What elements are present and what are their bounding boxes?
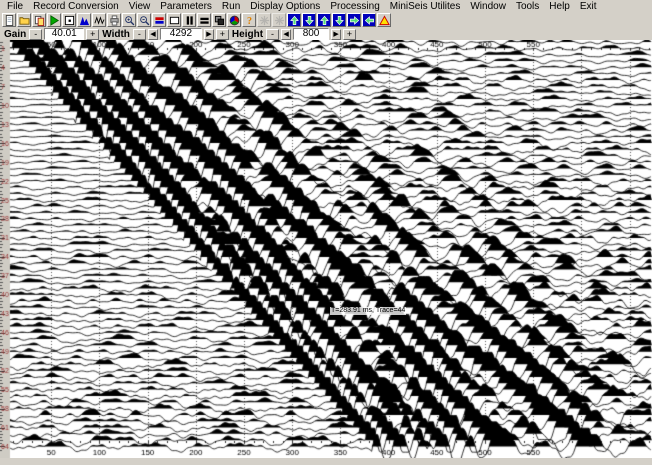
gain-label: Gain bbox=[4, 29, 26, 40]
arrow-left-icon bbox=[364, 15, 375, 26]
stacked-view-button[interactable] bbox=[197, 13, 211, 27]
disabled-tool-1-button[interactable] bbox=[257, 13, 271, 27]
copy-pages-icon bbox=[34, 15, 45, 26]
red-blue-bars-icon bbox=[154, 15, 165, 26]
height-increase-button[interactable]: + bbox=[343, 29, 356, 40]
width-decrease-button[interactable]: - bbox=[133, 29, 146, 40]
dual-polarity-button[interactable] bbox=[152, 13, 166, 27]
next-record-button[interactable] bbox=[347, 13, 361, 27]
disabled-glyph-icon bbox=[274, 15, 285, 26]
toolbar: ? bbox=[0, 13, 652, 28]
alert-button[interactable] bbox=[377, 13, 391, 27]
cursor-readout: T=283.91 ms, Trace=44 bbox=[330, 307, 406, 315]
zoom-in-button[interactable] bbox=[122, 13, 136, 27]
menu-item-file[interactable]: File bbox=[2, 0, 28, 13]
width-scroll-left-button[interactable]: ◀ bbox=[148, 29, 158, 40]
bottom-strip bbox=[0, 458, 652, 465]
vertical-bars-icon bbox=[184, 15, 195, 26]
page-up-button[interactable] bbox=[317, 13, 331, 27]
rectangle-icon bbox=[169, 15, 180, 26]
warning-triangle-icon bbox=[379, 15, 390, 26]
arrow-right-icon bbox=[349, 15, 360, 26]
run-button[interactable] bbox=[47, 13, 61, 27]
open-file-button[interactable] bbox=[17, 13, 31, 27]
width-label: Width bbox=[102, 29, 130, 40]
seismic-record-plot[interactable] bbox=[0, 40, 652, 458]
menu-item-run[interactable]: Run bbox=[217, 0, 245, 13]
window-outline-button[interactable] bbox=[167, 13, 181, 27]
menu-item-view[interactable]: View bbox=[124, 0, 156, 13]
overlap-squares-icon bbox=[214, 15, 225, 26]
gain-decrease-button[interactable]: - bbox=[29, 29, 42, 40]
question-mark-icon: ? bbox=[244, 15, 255, 26]
arrow-down-icon bbox=[304, 15, 315, 26]
trace-down-button[interactable] bbox=[302, 13, 316, 27]
record-section-button[interactable] bbox=[62, 13, 76, 27]
menu-item-record-conversion[interactable]: Record Conversion bbox=[28, 0, 124, 13]
width-value[interactable]: 4292 bbox=[160, 28, 202, 40]
pause-display-button[interactable] bbox=[182, 13, 196, 27]
height-value[interactable]: 800 bbox=[293, 28, 329, 40]
printer-icon bbox=[109, 15, 120, 26]
arrow-down-icon bbox=[334, 15, 345, 26]
menu-item-window[interactable]: Window bbox=[465, 0, 511, 13]
color-globe-icon bbox=[229, 15, 240, 26]
peak-icon bbox=[79, 15, 90, 26]
prev-record-button[interactable] bbox=[362, 13, 376, 27]
menu-item-processing[interactable]: Processing bbox=[325, 0, 384, 13]
plot-area: T=283.91 ms, Trace=44 bbox=[0, 40, 652, 458]
new-file-button[interactable] bbox=[2, 13, 16, 27]
trace-up-button[interactable] bbox=[287, 13, 301, 27]
zoom-out-icon bbox=[139, 15, 150, 26]
width-scroll-right-button[interactable]: ▶ bbox=[204, 29, 214, 40]
arrow-up-icon bbox=[319, 15, 330, 26]
display-controls: Gain - 40.01 + Width - ◀ 4292 ▶ + Height… bbox=[0, 28, 652, 40]
open-folder-icon bbox=[19, 15, 30, 26]
print-button[interactable] bbox=[107, 13, 121, 27]
disabled-tool-2-button[interactable] bbox=[272, 13, 286, 27]
wiggle-trace-button[interactable] bbox=[92, 13, 106, 27]
app-window: FileRecord ConversionViewParametersRunDi… bbox=[0, 0, 652, 465]
disabled-glyph-icon bbox=[259, 15, 270, 26]
horizontal-bars-icon bbox=[199, 15, 210, 26]
menu-item-help[interactable]: Help bbox=[544, 0, 575, 13]
arrow-up-icon bbox=[289, 15, 300, 26]
height-decrease-button[interactable]: - bbox=[266, 29, 279, 40]
menu-item-parameters[interactable]: Parameters bbox=[155, 0, 217, 13]
menu-item-miniseis-utilites[interactable]: MiniSeis Utilites bbox=[385, 0, 466, 13]
menu-bar: FileRecord ConversionViewParametersRunDi… bbox=[0, 0, 652, 13]
height-scroll-left-button[interactable]: ◀ bbox=[281, 29, 291, 40]
color-display-button[interactable] bbox=[227, 13, 241, 27]
gain-increase-button[interactable]: + bbox=[86, 29, 99, 40]
copy-record-button[interactable] bbox=[32, 13, 46, 27]
new-document-icon bbox=[4, 15, 15, 26]
amplitude-peak-button[interactable] bbox=[77, 13, 91, 27]
menu-item-exit[interactable]: Exit bbox=[575, 0, 602, 13]
help-button[interactable]: ? bbox=[242, 13, 256, 27]
height-scroll-right-button[interactable]: ▶ bbox=[331, 29, 341, 40]
play-icon bbox=[49, 15, 60, 26]
zoom-out-button[interactable] bbox=[137, 13, 151, 27]
wiggle-icon bbox=[94, 15, 105, 26]
gain-value[interactable]: 40.01 bbox=[44, 28, 84, 40]
zoom-in-icon bbox=[124, 15, 135, 26]
page-down-button[interactable] bbox=[332, 13, 346, 27]
menu-item-tools[interactable]: Tools bbox=[511, 0, 544, 13]
width-increase-button[interactable]: + bbox=[216, 29, 229, 40]
svg-text:?: ? bbox=[246, 16, 251, 26]
height-label: Height bbox=[232, 29, 263, 40]
overlay-windows-button[interactable] bbox=[212, 13, 226, 27]
menu-item-display-options[interactable]: Display Options bbox=[245, 0, 325, 13]
square-dot-icon bbox=[64, 15, 75, 26]
